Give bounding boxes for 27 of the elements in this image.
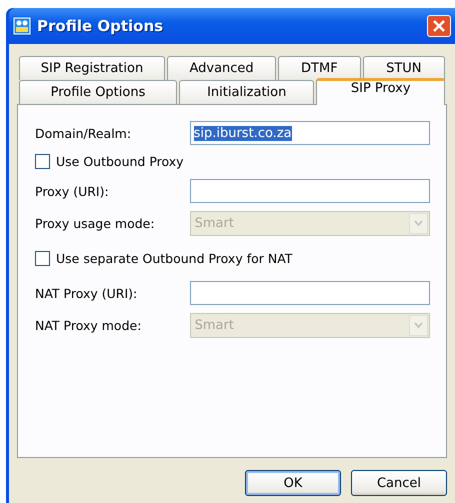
field-label: NAT Proxy (URI): [35, 286, 138, 300]
checkbox-label: Use Outbound Proxy [56, 154, 184, 168]
chevron-down-icon [409, 212, 428, 234]
close-icon [432, 19, 446, 33]
chevron-down-icon [409, 314, 428, 336]
close-button[interactable] [427, 15, 451, 37]
tab[interactable]: Profile Options [19, 80, 177, 104]
tab[interactable]: SIP Proxy [316, 78, 445, 105]
window-title: Profile Options [37, 17, 164, 35]
field-label: NAT Proxy mode: [35, 318, 142, 332]
field-label: Proxy usage mode: [35, 216, 156, 230]
field-label: Domain/Realm: [35, 126, 132, 140]
dialog-button[interactable]: Cancel [351, 470, 447, 496]
input-field[interactable]: sip.iburst.co.za [190, 121, 430, 145]
dialog-button[interactable]: OK [245, 470, 341, 496]
checkbox-label: Use separate Outbound Proxy for NAT [56, 250, 292, 266]
input-field[interactable] [190, 179, 430, 203]
tab[interactable]: DTMF [278, 56, 361, 80]
tab[interactable]: Advanced [166, 56, 276, 80]
tab[interactable]: SIP Registration [19, 56, 165, 80]
checkbox[interactable] [35, 250, 50, 266]
field-label: Proxy (URI): [35, 184, 110, 198]
tab[interactable]: STUN [362, 56, 446, 80]
checkbox[interactable] [35, 154, 50, 168]
tab[interactable]: Initialization [179, 80, 314, 104]
input-field[interactable] [190, 281, 430, 305]
app-icon [13, 17, 31, 35]
